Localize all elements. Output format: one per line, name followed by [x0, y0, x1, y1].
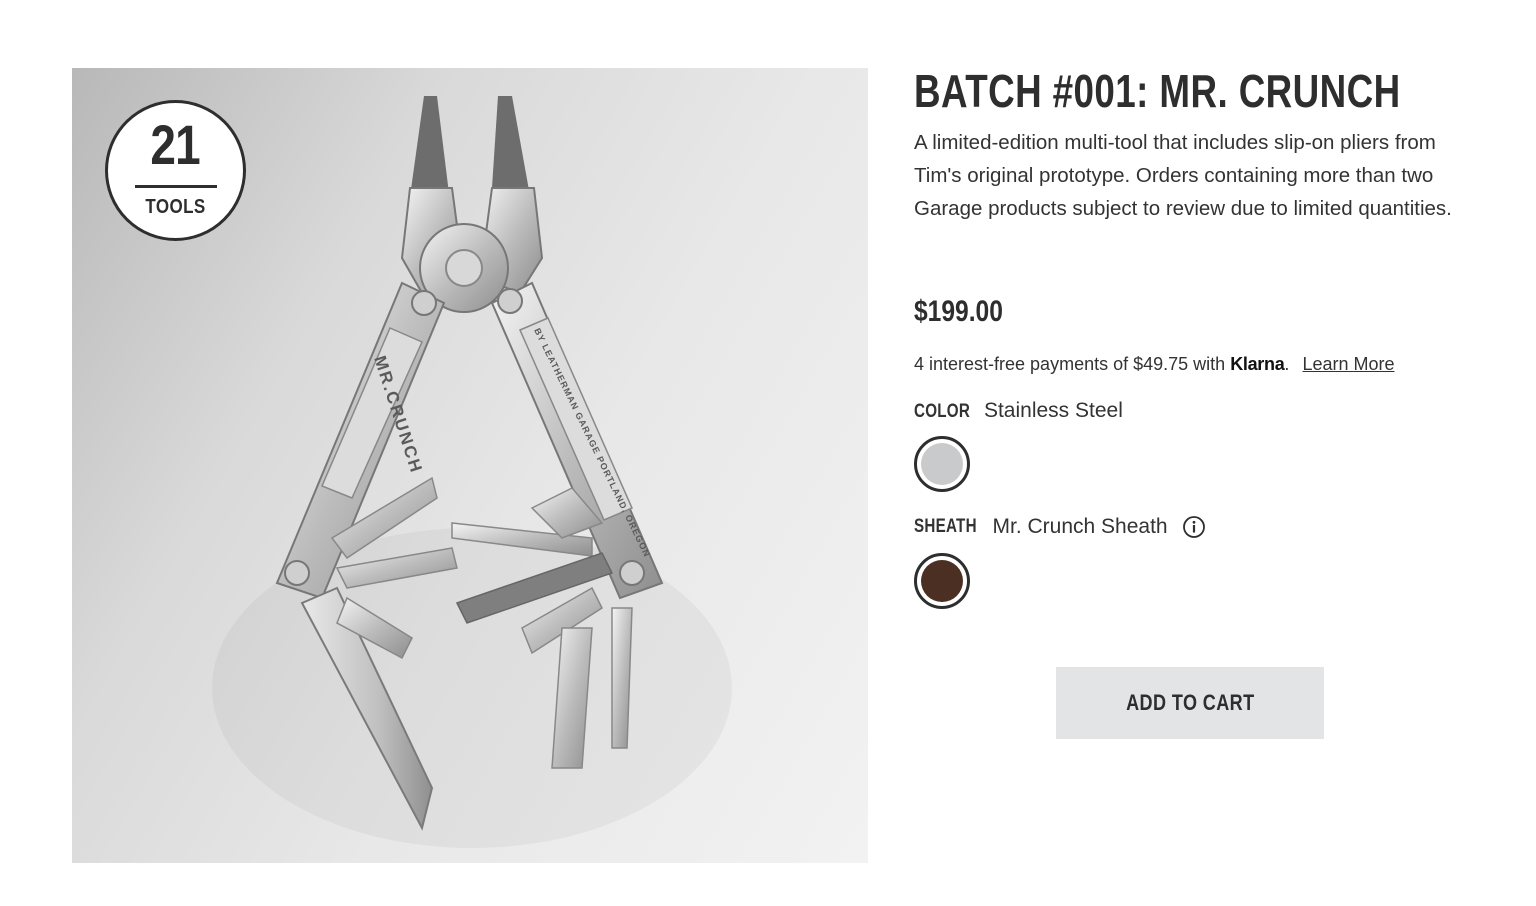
tools-unit: TOOLS: [145, 196, 206, 218]
product-price: $199.00: [914, 295, 1003, 328]
sheath-value: Mr. Crunch Sheath: [992, 515, 1168, 538]
color-swatch-stainless-steel[interactable]: [914, 436, 970, 492]
add-to-cart-label: ADD TO CART: [1125, 690, 1255, 715]
learn-more-link[interactable]: Learn More: [1302, 354, 1394, 374]
klarna-financing: 4 interest-free payments of $49.75 with …: [914, 354, 1395, 375]
product-title: BATCH #001: MR. CRUNCH: [914, 65, 1401, 117]
swatch-fill: [921, 443, 963, 485]
color-key: COLOR: [914, 401, 971, 422]
color-value: Stainless Steel: [983, 399, 1123, 422]
badge-divider: [134, 185, 217, 188]
klarna-suffix: .: [1284, 354, 1290, 374]
sheath-key: SHEATH: [914, 516, 977, 537]
tools-count: 21: [150, 113, 201, 176]
add-to-cart-button[interactable]: ADD TO CART: [1056, 667, 1324, 739]
product-details: BATCH #001: MR. CRUNCH A limited-edition…: [914, 60, 1474, 609]
swatch-fill: [921, 560, 963, 602]
klarna-brand: Klarna: [1230, 354, 1285, 374]
tools-count-badge: 21 TOOLS: [105, 100, 246, 241]
klarna-prefix: 4 interest-free payments of $49.75 with: [914, 354, 1226, 374]
product-image[interactable]: MR.CRUNCH BY LEATHERMAN GARAGE PORTLAND,…: [72, 68, 868, 863]
product-description: A limited-edition multi-tool that includ…: [914, 131, 1452, 220]
sheath-swatch-mr-crunch[interactable]: [914, 553, 970, 609]
color-option-label: COLOR Stainless Steel: [914, 399, 1123, 423]
sheath-option-label: SHEATH Mr. Crunch Sheath: [914, 515, 1206, 539]
info-icon[interactable]: [1182, 515, 1206, 539]
